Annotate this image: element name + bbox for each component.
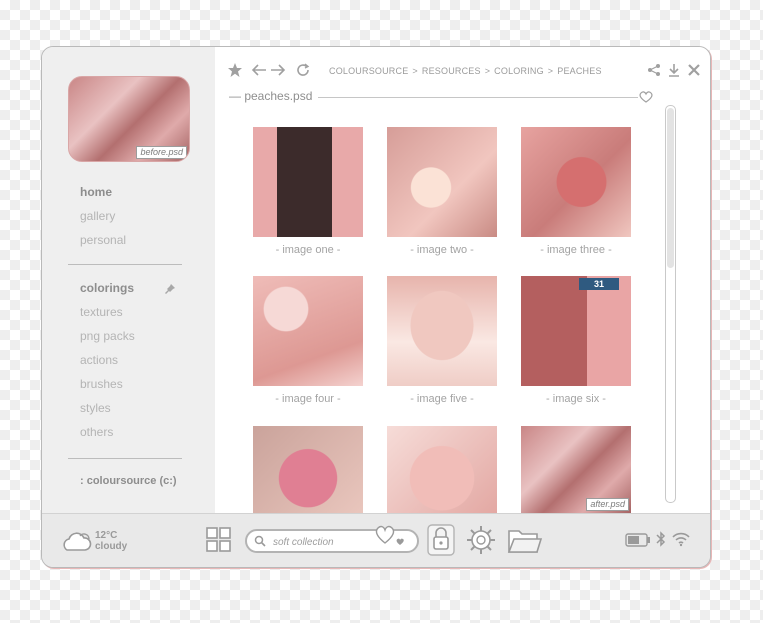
taskbar: 12°C cloudy: [42, 513, 710, 567]
sidebar-item-textures[interactable]: textures: [80, 305, 123, 319]
weather-description: cloudy: [95, 541, 128, 552]
sidebar-divider: [68, 264, 182, 265]
sidebar-item-home[interactable]: home: [80, 185, 112, 199]
breadcrumb-item[interactable]: RESOURCES: [422, 66, 481, 76]
breadcrumb-item[interactable]: PEACHES: [557, 66, 601, 76]
gallery-caption: - image three -: [540, 244, 612, 256]
breadcrumb-item[interactable]: COLORING: [494, 66, 544, 76]
grid-icon[interactable]: [206, 527, 232, 557]
title-divider: [318, 97, 638, 98]
share-icon[interactable]: [647, 63, 661, 81]
breadcrumb-item[interactable]: COLOURSOURCE: [329, 66, 408, 76]
gallery-caption: - image one -: [275, 244, 341, 256]
folder-icon[interactable]: [507, 527, 543, 559]
main-content: COLOURSOURCE > RESOURCES > COLORING > PEACHES …: [215, 47, 710, 513]
back-arrow-icon[interactable]: [251, 63, 267, 81]
battery-icon: [625, 533, 651, 551]
heart-icon[interactable]: [639, 91, 653, 107]
gallery-image-seven[interactable]: [253, 426, 363, 513]
scrollbar[interactable]: [665, 105, 676, 503]
gallery-image-two[interactable]: [387, 127, 497, 237]
gallery-image-six[interactable]: 31: [521, 276, 631, 386]
search-input[interactable]: [271, 533, 385, 551]
gallery-image-nine[interactable]: after.psd: [521, 426, 631, 513]
app-window: before.psd home gallery personal colorin…: [41, 46, 711, 568]
gallery-image-eight[interactable]: [387, 426, 497, 513]
sidebar-item-personal[interactable]: personal: [80, 233, 126, 247]
gear-icon[interactable]: [466, 525, 496, 559]
star-icon[interactable]: [227, 62, 243, 82]
breadcrumb-separator: >: [547, 66, 554, 76]
search-bar[interactable]: [245, 525, 419, 553]
sidebar-item-colorings[interactable]: colorings: [80, 281, 134, 295]
sidebar-item-gallery[interactable]: gallery: [80, 209, 115, 223]
gallery-image-one[interactable]: [253, 127, 363, 237]
breadcrumb-separator: >: [484, 66, 491, 76]
street-sign: 31: [579, 278, 619, 290]
wifi-icon[interactable]: [672, 531, 690, 551]
sidebar-divider: [68, 458, 182, 459]
sidebar-item-brushes[interactable]: brushes: [80, 377, 123, 391]
gallery-caption: - image six -: [546, 393, 606, 405]
download-icon[interactable]: [667, 63, 681, 81]
heart-icon: [373, 523, 409, 555]
search-icon: [254, 535, 266, 551]
refresh-icon[interactable]: [295, 62, 311, 82]
after-label: after.psd: [586, 498, 629, 511]
close-icon[interactable]: [687, 63, 701, 81]
breadcrumb-separator: >: [412, 66, 418, 76]
gallery-caption: - image two -: [410, 244, 474, 256]
sidebar: before.psd home gallery personal colorin…: [42, 47, 215, 513]
gallery-image-four[interactable]: [253, 276, 363, 386]
file-title: — peaches.psd: [229, 89, 313, 103]
forward-arrow-icon[interactable]: [270, 63, 286, 81]
sidebar-footer-link[interactable]: : coloursource (c:): [80, 475, 177, 487]
lock-icon[interactable]: [426, 523, 456, 561]
pin-icon: [164, 283, 176, 298]
scrollbar-thumb[interactable]: [667, 108, 674, 268]
bluetooth-icon[interactable]: [656, 531, 666, 551]
breadcrumb: COLOURSOURCE > RESOURCES > COLORING > PEACHES: [329, 66, 606, 76]
sidebar-item-png-packs[interactable]: png packs: [80, 329, 135, 343]
sidebar-thumbnail[interactable]: before.psd: [68, 76, 190, 162]
gallery-image-three[interactable]: [521, 127, 631, 237]
sidebar-item-actions[interactable]: actions: [80, 353, 118, 367]
sidebar-item-others[interactable]: others: [80, 425, 113, 439]
gallery-caption: - image five -: [410, 393, 474, 405]
weather-temperature: 12°C: [95, 530, 118, 541]
cloud-icon: [60, 530, 92, 556]
gallery-image-five[interactable]: [387, 276, 497, 386]
sidebar-item-styles[interactable]: styles: [80, 401, 111, 415]
thumbnail-label: before.psd: [136, 146, 187, 159]
gallery-caption: - image four -: [275, 393, 341, 405]
